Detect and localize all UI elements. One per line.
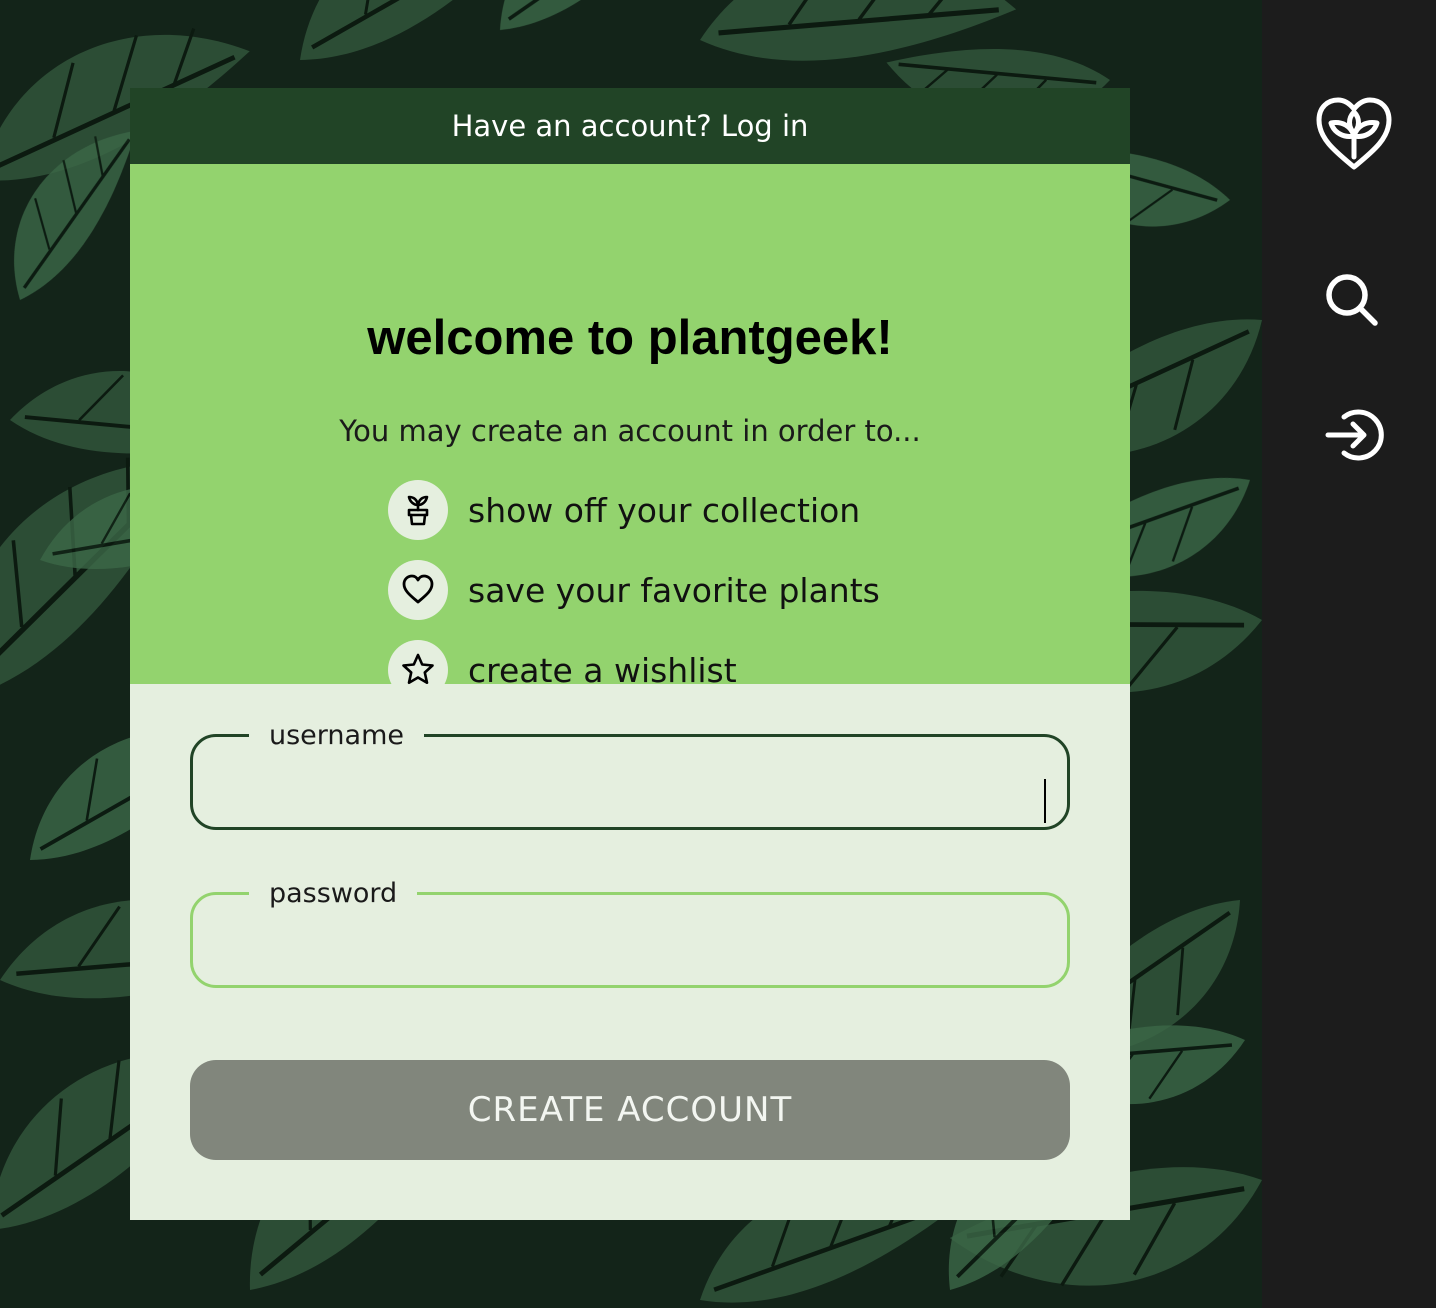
signup-form: username password CREATE ACCOUNT bbox=[130, 684, 1130, 1220]
benefit-label: save your favorite plants bbox=[468, 570, 880, 610]
benefit-item-collection: show off your collection bbox=[388, 480, 860, 540]
benefit-label: show off your collection bbox=[468, 490, 861, 530]
page-title: welcome to plantgeek! bbox=[367, 311, 893, 365]
welcome-panel: welcome to plantgeek! You may create an … bbox=[130, 164, 1130, 700]
signup-card: Have an account? Log in welcome to plant… bbox=[130, 88, 1130, 1220]
username-label: username bbox=[269, 720, 404, 751]
plantgeek-logo-icon[interactable] bbox=[1314, 96, 1394, 172]
heart-icon bbox=[388, 560, 448, 620]
username-field[interactable]: username bbox=[190, 722, 1070, 830]
welcome-subtitle: You may create an account in order to... bbox=[339, 414, 921, 448]
text-cursor bbox=[1044, 779, 1046, 823]
search-icon[interactable] bbox=[1324, 272, 1380, 328]
password-input[interactable] bbox=[219, 941, 1047, 983]
benefit-item-favorites: save your favorite plants bbox=[388, 560, 880, 620]
login-icon[interactable] bbox=[1324, 406, 1384, 464]
login-link[interactable]: Have an account? Log in bbox=[130, 88, 1130, 164]
side-nav bbox=[1262, 0, 1436, 1308]
password-field[interactable]: password bbox=[190, 880, 1070, 988]
password-label: password bbox=[269, 878, 398, 909]
login-link-label[interactable]: Have an account? Log in bbox=[452, 109, 809, 143]
create-account-button[interactable]: CREATE ACCOUNT bbox=[190, 1060, 1070, 1160]
username-input[interactable] bbox=[219, 783, 1047, 825]
potted-plant-icon bbox=[388, 480, 448, 540]
